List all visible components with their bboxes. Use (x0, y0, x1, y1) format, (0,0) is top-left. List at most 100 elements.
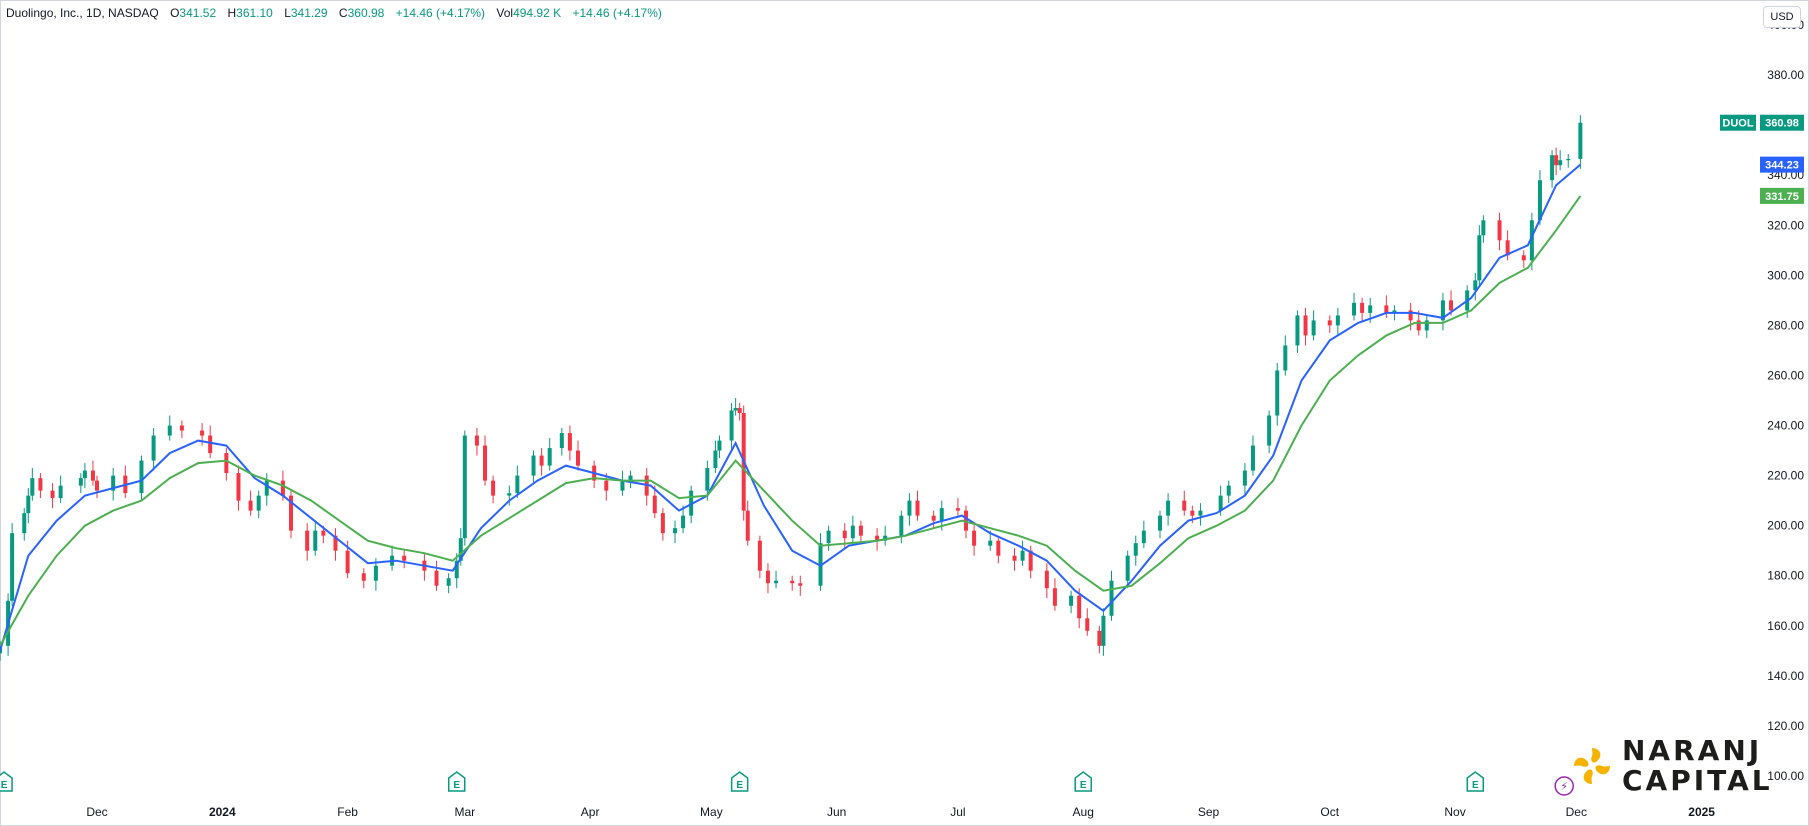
candle-body (434, 570, 439, 586)
symbol-legend: Duolingo, Inc., 1D, NASDAQ O341.52 H361.… (6, 6, 662, 20)
candle-body (1477, 235, 1482, 281)
candle-body (765, 570, 770, 584)
candle-body (842, 530, 847, 539)
ma-green-line (0, 195, 1582, 647)
candle-body (1085, 618, 1090, 631)
lightning-label: ⚡ (1560, 780, 1568, 793)
close-value: 360.98 (347, 6, 385, 20)
candle-body (733, 408, 738, 411)
x-tick-label: May (700, 805, 723, 819)
candle-body (531, 455, 536, 476)
candle-body (1554, 155, 1559, 166)
candle-body (1198, 510, 1203, 516)
candle-body (790, 580, 795, 584)
candle-body (38, 478, 43, 491)
candle-body (264, 480, 269, 496)
candle-body (1242, 470, 1247, 486)
candle-body (26, 495, 31, 514)
candle-body (446, 578, 451, 586)
candle-body (167, 425, 172, 436)
x-tick-label: Oct (1320, 805, 1339, 819)
ma-blue-tag: 344.23 (1765, 160, 1799, 172)
currency-button[interactable]: USD (1763, 6, 1801, 28)
candle-body (1250, 445, 1255, 471)
candle-body (713, 450, 718, 469)
y-tick-label: 320.00 (1767, 218, 1804, 232)
event-markers[interactable]: E E E E E ⚡ (0, 771, 1574, 796)
candle-body (139, 460, 144, 494)
x-tick-label: 2025 (1688, 805, 1715, 819)
time-axis[interactable]: Dec 2024 Feb Mar Apr May Jun Jul Aug Sep Oct Nov Dec… (86, 805, 1715, 819)
candle-body (1226, 485, 1231, 496)
symbol-title[interactable]: Duolingo, Inc., 1D, NASDAQ (6, 6, 159, 20)
low-label: L (284, 6, 291, 20)
earnings-label: E (1472, 780, 1479, 791)
low-value: 341.29 (290, 6, 328, 20)
candle-body (50, 490, 55, 499)
candle-body (491, 480, 496, 496)
candle-body (996, 540, 1001, 556)
candle-body (774, 580, 779, 584)
candle-body (58, 485, 63, 499)
x-tick-label: 2024 (209, 805, 236, 819)
candle-body (1481, 220, 1486, 236)
candle-body (474, 435, 479, 446)
candle-body (1497, 220, 1502, 241)
brand-logo: NARANJ CAPITAL (1570, 736, 1773, 796)
close-label: C (338, 6, 348, 20)
candle-body (1275, 370, 1280, 416)
candle-body (1335, 315, 1340, 326)
candle-body (729, 410, 734, 441)
candle-body (567, 433, 572, 451)
last-price-tag: 360.98 (1765, 118, 1799, 130)
candle-body (717, 440, 722, 451)
x-tick-label: Feb (337, 805, 358, 819)
y-tick-label: 180.00 (1767, 569, 1804, 583)
candle-body (1267, 415, 1272, 446)
candle-body (10, 533, 15, 601)
candle-body (1069, 595, 1074, 606)
price-chart[interactable]: 100.00 120.00 140.00 160.00 180.00 200.00 220.… (0, 0, 1809, 826)
candle-body (1133, 543, 1138, 556)
candle-body (1097, 630, 1102, 646)
candle-body (1578, 122, 1583, 159)
candle-body (1521, 255, 1526, 261)
candle-body (737, 408, 742, 414)
candle-body (988, 540, 993, 546)
candle-body (1566, 158, 1571, 161)
y-tick-label: 200.00 (1767, 519, 1804, 533)
candle-body (1352, 302, 1357, 316)
candle-body (321, 530, 326, 536)
candle-body (462, 435, 467, 539)
brand-mark-icon (1574, 748, 1610, 784)
candle-body (515, 475, 520, 494)
candle-body (1283, 345, 1288, 371)
open-value: 341.52 (179, 6, 217, 20)
candle-body (1020, 550, 1025, 561)
candle-body (507, 493, 512, 496)
candle-body (78, 478, 83, 486)
candle-body (931, 515, 936, 521)
candle-body (345, 550, 350, 574)
candle-body (939, 508, 944, 521)
y-tick-label: 260.00 (1767, 368, 1804, 382)
x-tick-label: Dec (1566, 805, 1587, 819)
candle-body (1368, 305, 1373, 313)
earnings-label: E (453, 780, 460, 791)
candle-body (826, 530, 831, 544)
candle-body (1182, 500, 1187, 511)
price-axis[interactable]: 100.00 120.00 140.00 160.00 180.00 200.00 220.… (1767, 18, 1804, 783)
y-tick-label: 160.00 (1767, 619, 1804, 633)
candle-body (1550, 155, 1555, 181)
x-tick-label: Apr (581, 805, 600, 819)
brand-line-2: CAPITAL (1622, 764, 1773, 797)
candle-body (179, 425, 184, 431)
candle-body (1449, 300, 1454, 311)
y-tick-label: 220.00 (1767, 469, 1804, 483)
candle-body (483, 445, 488, 481)
ma-green-tag: 331.75 (1765, 191, 1799, 203)
candle-body (1218, 495, 1223, 511)
candle-body (1052, 588, 1057, 606)
ma-blue-line (0, 163, 1582, 652)
candle-body (681, 515, 686, 529)
